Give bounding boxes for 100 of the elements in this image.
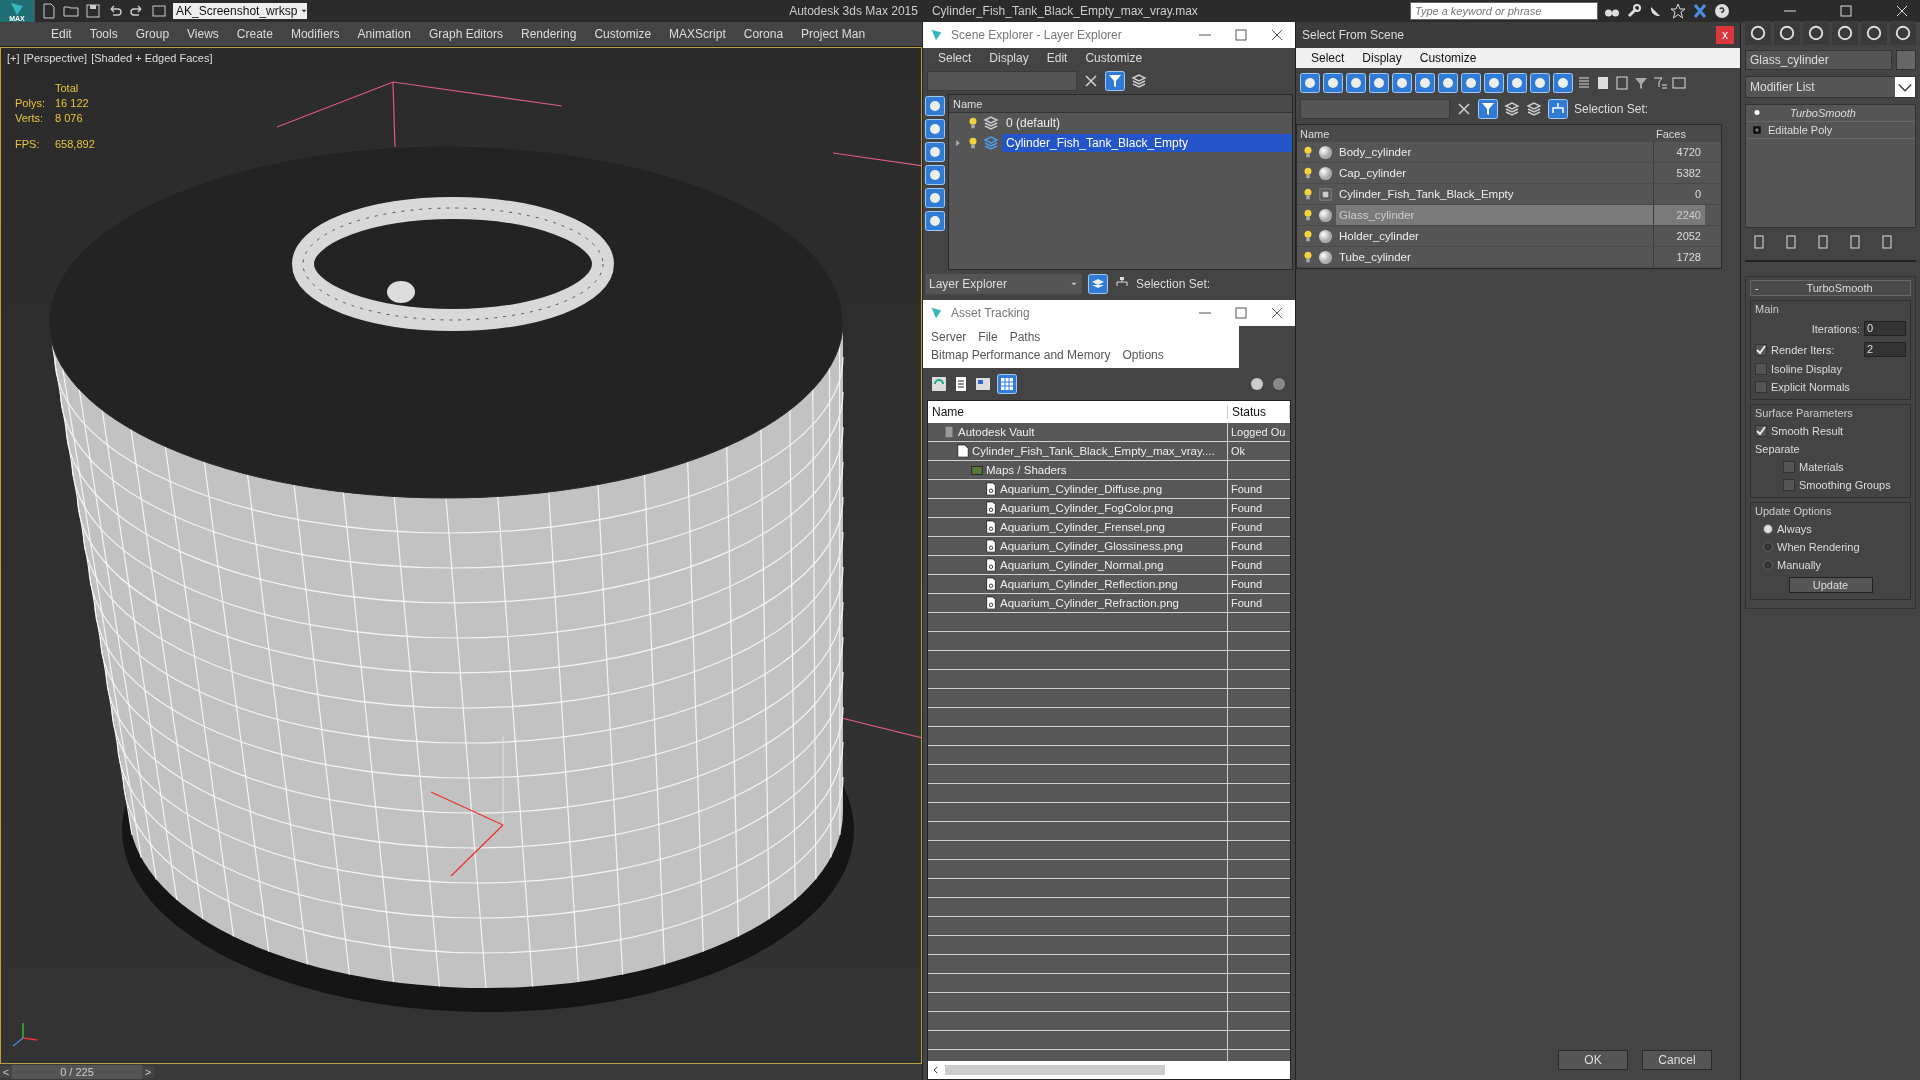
column-header[interactable]: Name [928, 405, 1228, 419]
menu-item[interactable]: Options [1122, 348, 1164, 362]
previous-frame-button[interactable]: < [0, 1066, 12, 1078]
menu-item[interactable]: Paths [1009, 330, 1041, 344]
column-header[interactable]: Status [1228, 405, 1290, 419]
checkbox[interactable] [1755, 425, 1767, 437]
workspace-dropdown[interactable]: AK_Screenshot_wrksp [173, 3, 307, 19]
scroll-left-icon[interactable] [931, 1064, 941, 1076]
object-name[interactable]: Tube_cylinder [1336, 247, 1653, 267]
column-header[interactable]: Faces [1653, 127, 1705, 140]
refresh-icon[interactable] [931, 376, 947, 392]
menu-item[interactable]: Select [1302, 51, 1354, 65]
object-name[interactable]: Body_cylinder [1336, 142, 1653, 162]
frame-counter[interactable]: 0 / 225 [12, 1065, 142, 1079]
filter-icon[interactable] [1633, 75, 1649, 91]
menu-item[interactable]: Modifiers [281, 27, 349, 41]
save-icon[interactable] [85, 3, 101, 19]
menu-item[interactable]: Customize [1076, 51, 1152, 65]
expand-plus-icon[interactable] [1752, 125, 1762, 135]
asset-name[interactable]: Cylinder_Fish_Tank_Black_Empty_max_vray.... [972, 445, 1215, 457]
maximize-icon[interactable] [1838, 3, 1854, 19]
search-field[interactable] [927, 71, 1077, 91]
asset-name[interactable]: Aquarium_Cylinder_Frensel.png [1000, 521, 1165, 533]
modifier-item[interactable]: Editable Poly [1768, 124, 1833, 136]
filter-icon[interactable] [1105, 71, 1125, 91]
menu-item[interactable]: Display [1353, 51, 1411, 65]
filter-icon[interactable] [1478, 99, 1498, 119]
maximize-icon[interactable] [1233, 27, 1249, 43]
menu-item[interactable]: Group [126, 27, 179, 41]
radio-button[interactable] [1763, 542, 1773, 552]
object-name-field[interactable]: Glass_cylinder [1745, 50, 1892, 70]
menu-item[interactable]: Display [980, 51, 1038, 65]
modifier-item[interactable]: TurboSmooth [1790, 107, 1856, 119]
menu-item[interactable]: Customize [585, 27, 661, 41]
folder-icon[interactable] [63, 3, 79, 19]
checkbox[interactable] [1783, 479, 1795, 491]
rollout-header[interactable]: - TurboSmooth [1750, 280, 1911, 296]
transform-gizmo-icon[interactable] [430, 735, 504, 877]
panel-icon[interactable] [1671, 75, 1687, 91]
project-folder-icon[interactable] [151, 3, 167, 19]
menu-item[interactable]: Bitmap Performance and Memory [931, 348, 1111, 362]
menu-item[interactable]: MAXScript [660, 27, 735, 41]
menu-item[interactable]: Tools [80, 27, 127, 41]
search-field[interactable]: Type a keyword or phrase [1410, 2, 1598, 20]
menu-item[interactable]: Views [178, 27, 228, 41]
next-frame-button[interactable]: > [142, 1066, 154, 1078]
menu-item[interactable]: Server [931, 330, 967, 344]
viewport-label[interactable]: [Shaded + Edged Faces] [91, 52, 213, 64]
menu-item[interactable]: Create [227, 27, 282, 41]
checkbox[interactable] [1783, 461, 1795, 473]
modifier-list-dropdown[interactable]: Modifier List [1745, 76, 1916, 98]
menu-item[interactable]: Corona [734, 27, 793, 41]
asset-name[interactable]: Autodesk Vault [958, 426, 1035, 438]
object-name[interactable]: Cap_cylinder [1336, 163, 1653, 183]
table-view-icon[interactable] [997, 374, 1017, 394]
horizontal-scrollbar[interactable] [928, 1061, 1290, 1079]
filter-list-icon[interactable] [1652, 75, 1668, 91]
color-swatch[interactable] [1896, 50, 1916, 70]
maximize-icon[interactable] [1233, 305, 1249, 321]
viewport-label[interactable]: [Perspective] [23, 52, 88, 64]
object-name[interactable]: Holder_cylinder [1336, 226, 1653, 246]
asset-name[interactable]: Aquarium_Cylinder_Refraction.png [1000, 597, 1179, 609]
object-name[interactable]: Cylinder_Fish_Tank_Black_Empty [1336, 184, 1653, 204]
menu-item[interactable]: Select [929, 51, 981, 65]
column-header[interactable]: Name [1297, 127, 1653, 140]
close-icon[interactable] [1269, 305, 1285, 321]
asset-name[interactable]: Maps / Shaders [986, 464, 1067, 476]
wrench-icon[interactable] [1626, 3, 1642, 19]
iterations-spinner[interactable]: 0 [1864, 321, 1906, 336]
chevron-down-icon[interactable] [1895, 77, 1915, 97]
asset-name[interactable]: Aquarium_Cylinder_Reflection.png [1000, 578, 1178, 590]
checkbox[interactable] [1755, 381, 1767, 393]
asset-name[interactable]: Aquarium_Cylinder_Normal.png [1000, 559, 1164, 571]
menu-item[interactable]: Customize [1410, 51, 1486, 65]
new-file-icon[interactable] [41, 3, 57, 19]
menu-item[interactable]: File [978, 330, 998, 344]
close-icon[interactable] [1894, 3, 1910, 19]
page-icon[interactable] [1614, 75, 1630, 91]
menu-item[interactable]: Edit [1037, 51, 1077, 65]
menu-item[interactable]: Graph Editors [419, 27, 512, 41]
search-field[interactable] [1300, 99, 1450, 119]
radio-button[interactable] [1763, 560, 1773, 570]
clear-icon[interactable] [1456, 101, 1472, 117]
close-button[interactable]: x [1716, 26, 1734, 44]
asset-name[interactable]: Aquarium_Cylinder_Glossiness.png [1000, 540, 1183, 552]
ok-button[interactable]: OK [1558, 1050, 1628, 1070]
checkbox[interactable] [1755, 343, 1767, 356]
menu-item[interactable]: Animation [348, 27, 420, 41]
viewport[interactable]: [+] [Perspective] [Shaded + Edged Faces] Total Polys: 16 122 Verts: 8 076 FPS: 658,892 [0, 47, 922, 1064]
asset-name[interactable]: Aquarium_Cylinder_FogColor.png [1000, 502, 1174, 514]
layers-icon[interactable] [1088, 274, 1108, 294]
layer-item[interactable]: 0 (default) [1002, 114, 1292, 132]
asset-name[interactable]: Aquarium_Cylinder_Diffuse.png [1000, 483, 1163, 495]
menu-item[interactable]: Project Man [792, 27, 875, 41]
x-logo-icon[interactable] [1692, 3, 1708, 19]
radio-button[interactable] [1763, 524, 1773, 534]
viewport-label[interactable]: [+] [7, 52, 20, 64]
explorer-dropdown[interactable]: Layer Explorer [926, 274, 1082, 294]
star-icon[interactable] [1670, 3, 1686, 19]
clear-icon[interactable] [1083, 73, 1099, 89]
